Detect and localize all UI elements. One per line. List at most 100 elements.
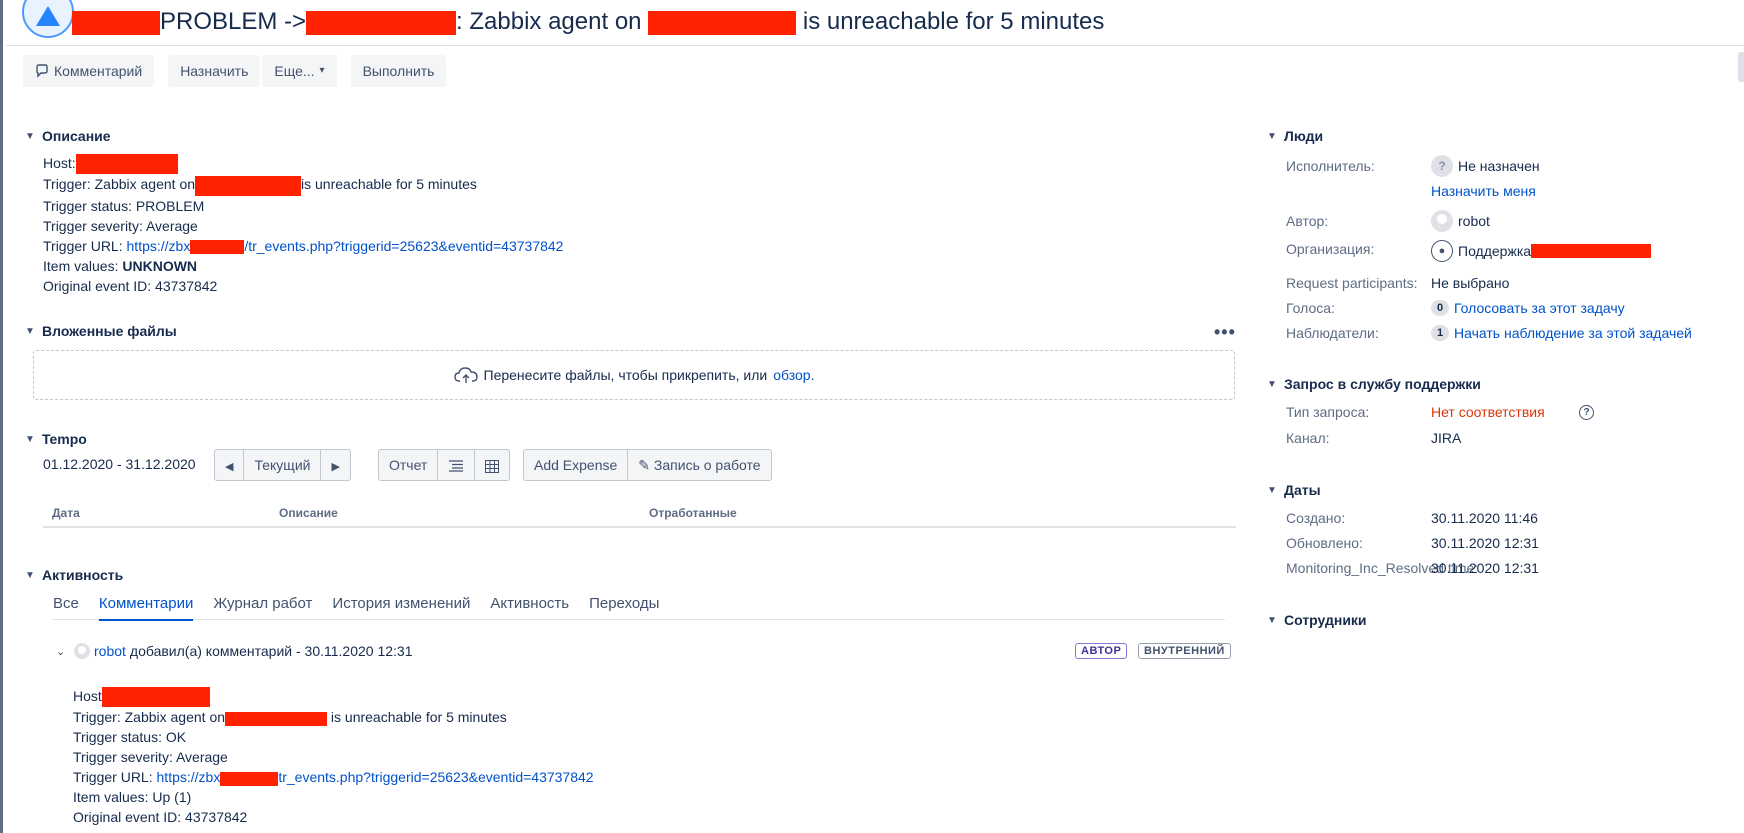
description-section-toggle[interactable]: ▼ Описание — [24, 128, 111, 144]
updated-value: 30.11.2020 12:31 — [1431, 535, 1539, 551]
issue-title: PROBLEM -> : Zabbix agent on is unreachab… — [72, 8, 1104, 36]
participants-value[interactable]: Не выбрано — [1431, 275, 1509, 291]
internal-badge: ВНУТРЕННИЙ — [1138, 643, 1231, 659]
created-value: 30.11.2020 11:46 — [1431, 510, 1538, 526]
previous-period-button[interactable]: ◀ — [215, 450, 245, 480]
activity-section-toggle[interactable]: ▼ Активность — [24, 567, 123, 583]
tempo-section-toggle[interactable]: ▼ Tempo — [24, 431, 87, 447]
watch-link[interactable]: Начать наблюдение за этой задачей — [1454, 325, 1692, 341]
log-work-button[interactable]: ✎ Запись о работе — [628, 450, 770, 480]
activity-tabs: Все Комментарии Журнал работ История изм… — [53, 595, 1225, 621]
url-part: https://zbx — [156, 769, 221, 786]
trigger-line-end: is unreachable for 5 minutes — [301, 176, 477, 193]
title-middle: : Zabbix agent on — [456, 8, 642, 35]
employees-section-toggle[interactable]: ▼ Сотрудники — [1266, 612, 1367, 628]
collapse-comment-icon[interactable]: ⌄ — [56, 645, 70, 658]
redacted-block — [190, 239, 245, 254]
issue-toolbar: Комментарий Назначить Еще... ▾ Выполнить — [23, 55, 447, 87]
trigger-severity: Trigger severity: Average — [43, 217, 198, 234]
grid-view-button[interactable] — [475, 450, 509, 480]
column-header-date[interactable]: Дата — [52, 506, 80, 520]
comment-author-link[interactable]: robot — [94, 643, 126, 659]
next-period-button[interactable]: ▶ — [321, 450, 349, 480]
assign-to-me-link[interactable]: Назначить меня — [1431, 183, 1536, 199]
chevron-down-icon: ▾ — [319, 65, 325, 76]
trigger-url-link[interactable]: https://zbx tr_events.php?triggerid=25623… — [156, 769, 594, 786]
column-header-description[interactable]: Описание — [279, 506, 338, 520]
redacted-block — [648, 10, 797, 35]
redacted-block — [101, 687, 210, 708]
vote-link[interactable]: Голосовать за этот задачу — [1454, 300, 1625, 316]
more-button-label: Еще... — [274, 63, 315, 79]
chevron-down-icon: ▼ — [1267, 130, 1277, 142]
column-header-worked[interactable]: Отработанные — [649, 506, 737, 520]
votes-label: Голоса: — [1286, 300, 1335, 316]
assignee-label: Исполнитель: — [1286, 158, 1375, 174]
request-type-label: Тип запроса: — [1286, 404, 1370, 420]
sidebar-toggle-handle[interactable] — [1738, 52, 1744, 82]
tempo-action-group: Add Expense ✎ Запись о работе — [523, 449, 772, 481]
tab-transitions[interactable]: Переходы — [589, 595, 659, 619]
redacted-block — [75, 154, 178, 175]
dropzone-text: Перенесите файлы, чтобы прикрепить, или — [483, 367, 768, 383]
report-button[interactable]: Отчет — [379, 450, 439, 480]
organization-value[interactable]: ● Поддержка — [1431, 240, 1652, 262]
execute-button[interactable]: Выполнить — [350, 55, 447, 87]
current-period-button[interactable]: Текущий — [244, 450, 322, 480]
unassigned-avatar-icon — [1431, 155, 1453, 177]
watchers-label: Наблюдатели: — [1286, 325, 1379, 341]
browse-link[interactable]: обзор — [773, 367, 810, 383]
title-prefix: PROBLEM -> — [160, 8, 307, 35]
attachments-more-button[interactable]: ••• — [1214, 322, 1236, 343]
window-left-edge — [0, 0, 3, 833]
original-event-id: Original event ID: 43737842 — [43, 277, 218, 294]
redacted-block — [195, 175, 302, 196]
attachment-dropzone[interactable]: Перенесите файлы, чтобы прикрепить, или … — [33, 350, 1235, 400]
more-dropdown-button[interactable]: Еще... ▾ — [262, 55, 337, 87]
organization-name: Поддержка — [1458, 243, 1532, 259]
employees-heading: Сотрудники — [1284, 612, 1367, 628]
list-view-button[interactable] — [438, 450, 476, 480]
title-suffix: is unreachable for 5 minutes — [802, 8, 1105, 35]
avatar — [74, 643, 90, 659]
comment-action-text: добавил(а) комментарий - 30.11.2020 12:3… — [129, 643, 413, 659]
redacted-block — [1531, 244, 1652, 258]
resolved-time-value: 30.11.2020 12:31 — [1431, 560, 1539, 576]
tab-all[interactable]: Все — [53, 595, 79, 619]
browse-dot: . — [810, 367, 815, 383]
participants-label: Request participants: — [1286, 275, 1418, 291]
trigger-line-start: Trigger: Zabbix agent on — [43, 176, 196, 193]
project-avatar-icon[interactable] — [22, 0, 74, 38]
reporter-label: Автор: — [1286, 213, 1329, 229]
trigger-url-label: Trigger URL: — [73, 769, 157, 786]
activity-heading: Активность — [42, 567, 124, 583]
author-badge: АВТОР — [1075, 643, 1128, 659]
chevron-down-icon: ▼ — [25, 569, 35, 581]
assignee-value[interactable]: Не назначен — [1431, 155, 1540, 177]
tab-worklog[interactable]: Журнал работ — [213, 595, 312, 619]
chevron-down-icon: ▼ — [25, 130, 35, 142]
service-request-heading: Запрос в службу поддержки — [1284, 376, 1481, 392]
channel-label: Канал: — [1286, 430, 1330, 446]
trigger-url-label: Trigger URL: — [43, 237, 127, 254]
current-period-label: Текущий — [254, 457, 311, 473]
redacted-block — [72, 10, 160, 35]
comment-button[interactable]: Комментарий — [23, 55, 155, 87]
url-part: /tr_events.php?triggerid=25623&eventid=4… — [244, 237, 564, 254]
redacted-block — [306, 10, 457, 35]
request-type-value[interactable]: Нет соответствия — [1431, 404, 1545, 420]
dates-section-toggle[interactable]: ▼ Даты — [1266, 482, 1321, 498]
attachments-section-toggle[interactable]: ▼ Вложенные файлы — [24, 323, 177, 339]
help-icon[interactable]: ? — [1579, 405, 1594, 420]
trigger-url-link[interactable]: https://zbx/tr_events.php?triggerid=2562… — [127, 237, 564, 254]
tab-comments[interactable]: Комментарии — [98, 595, 194, 621]
host-label: Host — [73, 688, 102, 704]
chevron-down-icon: ▼ — [1267, 484, 1277, 496]
tab-activity[interactable]: Активность — [490, 595, 569, 619]
add-expense-button[interactable]: Add Expense — [524, 450, 629, 480]
reporter-value[interactable]: robot — [1431, 210, 1490, 232]
people-section-toggle[interactable]: ▼ Люди — [1266, 128, 1323, 144]
tab-history[interactable]: История изменений — [332, 595, 470, 619]
service-request-section-toggle[interactable]: ▼ Запрос в службу поддержки — [1266, 376, 1481, 392]
assign-button[interactable]: Назначить — [168, 55, 261, 87]
